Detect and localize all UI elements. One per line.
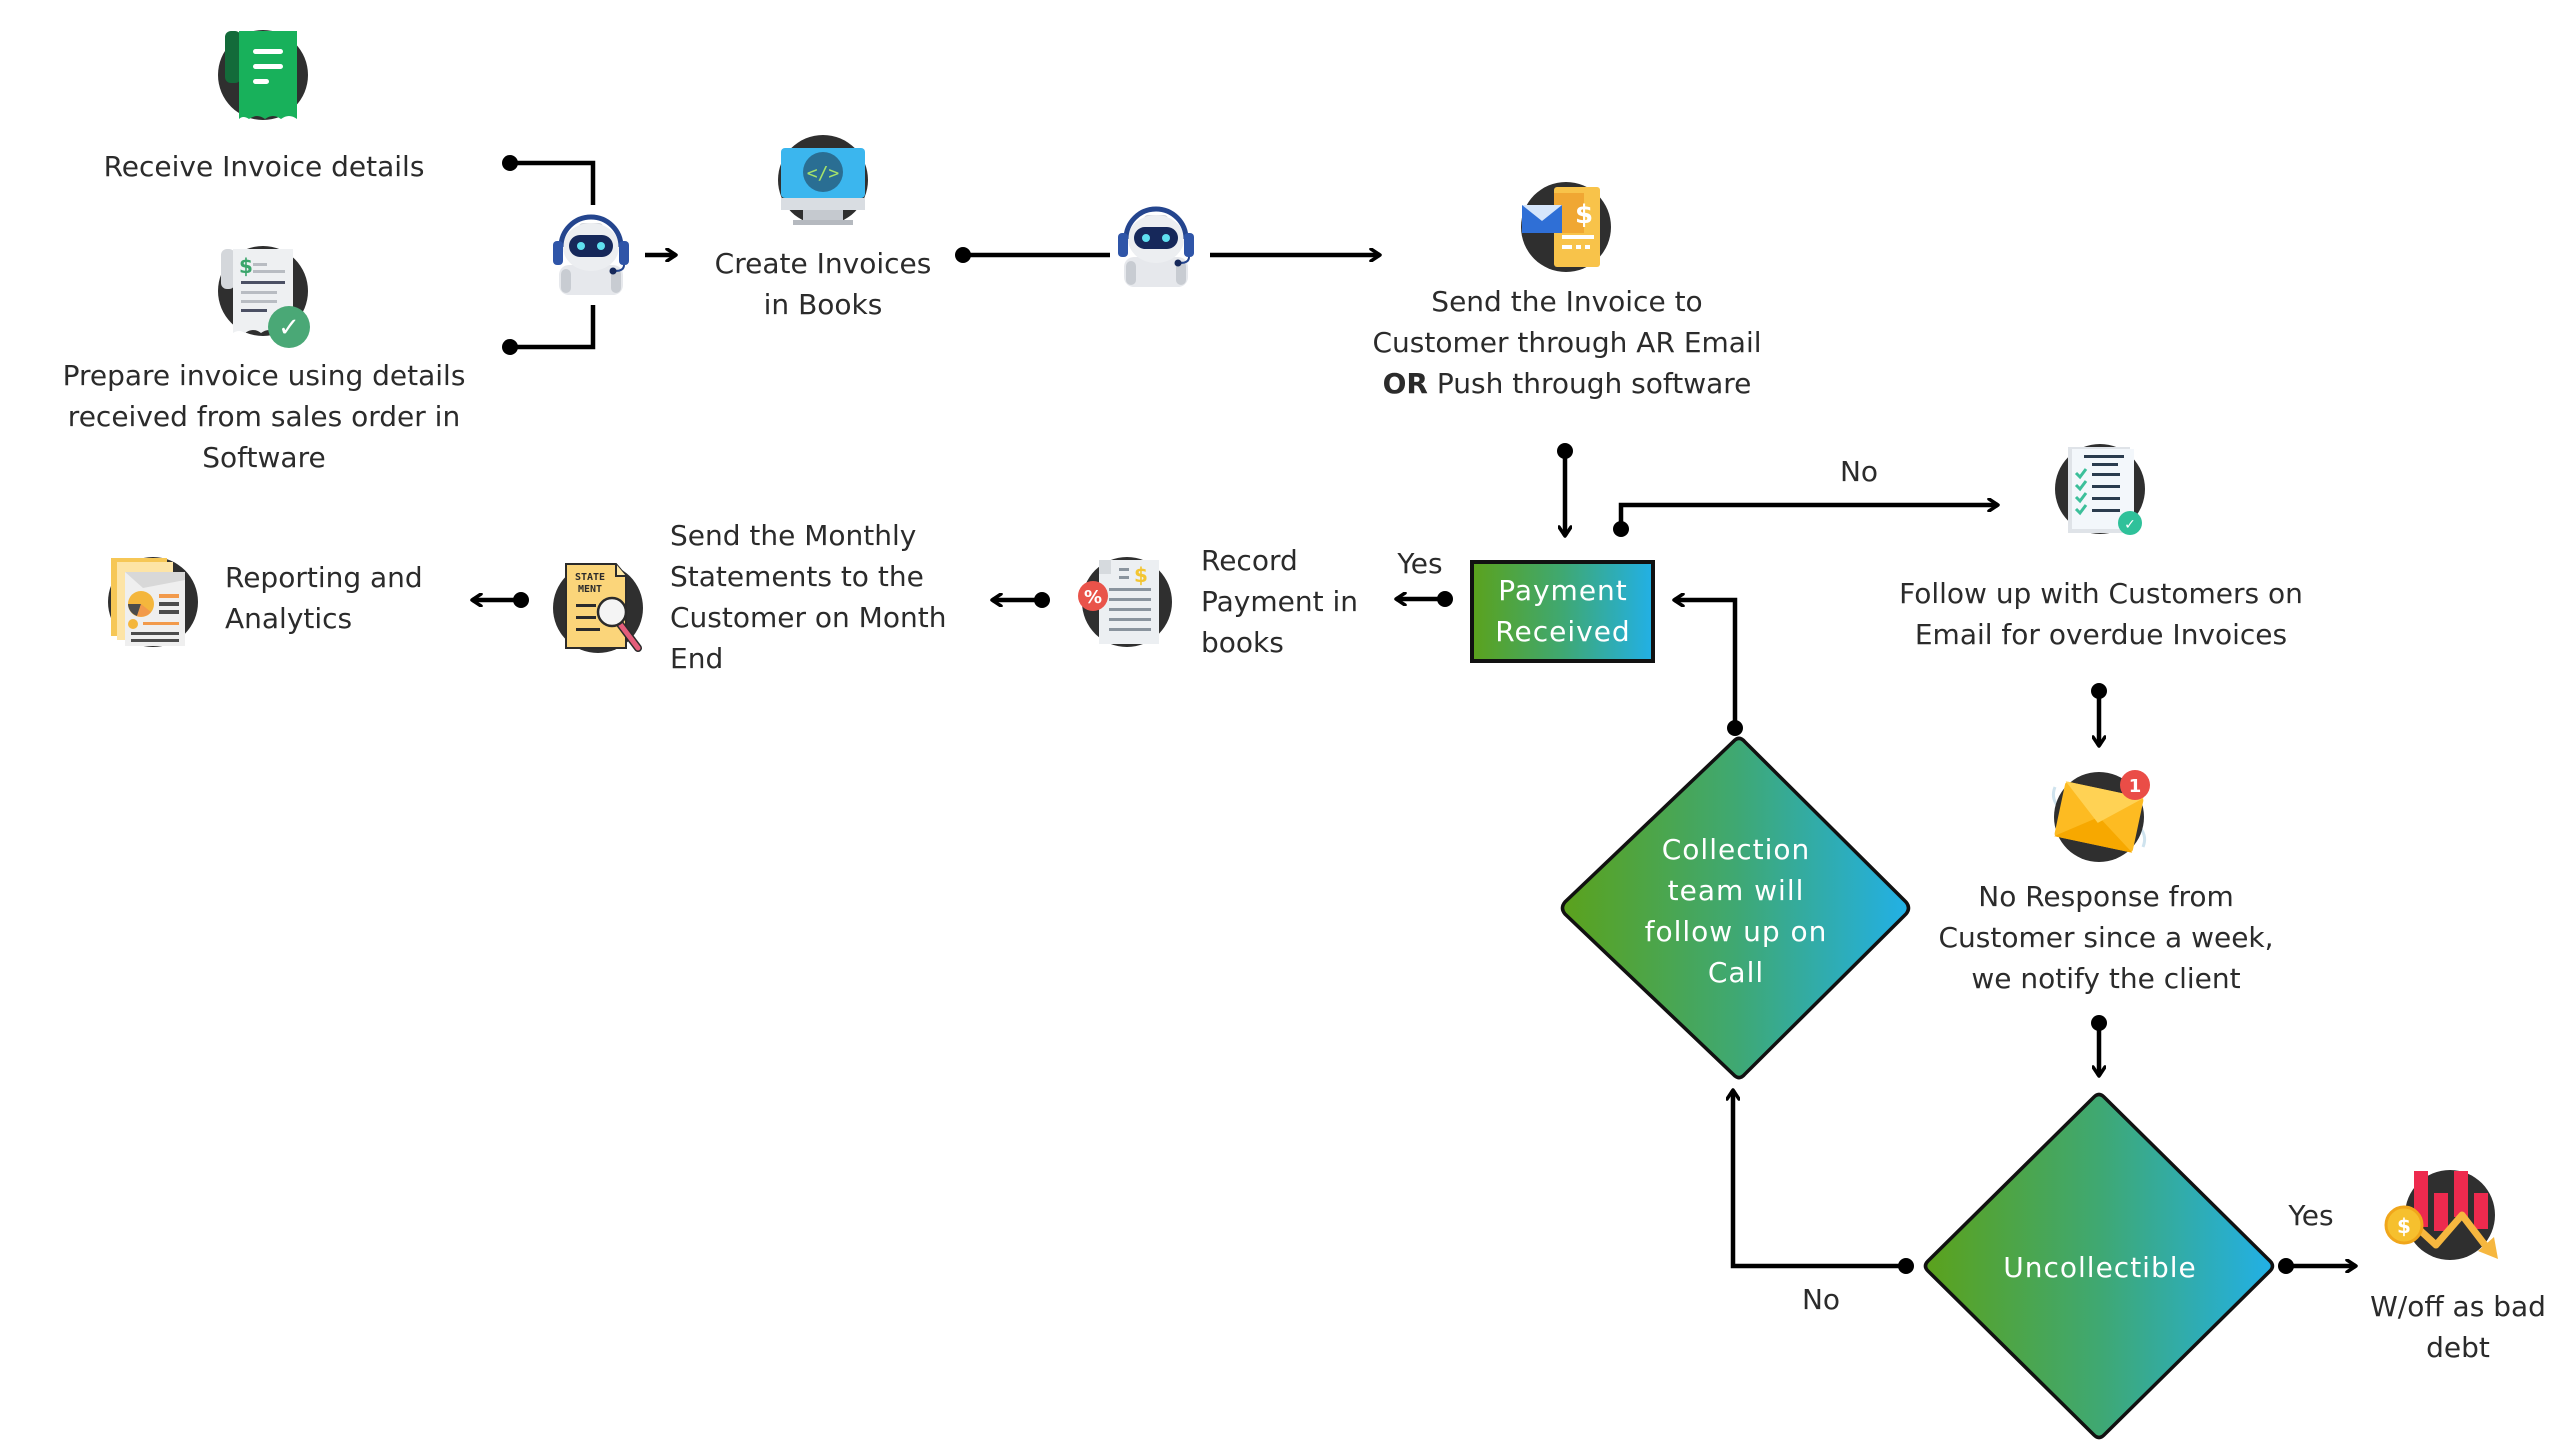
no-response-label: No Response from Customer since a week, … [1938,876,2273,999]
label-line: books [1201,626,1284,659]
svg-text:✓: ✓ [278,313,300,343]
connector-dot [502,155,518,171]
label-line: Reporting and [225,561,423,594]
label-line: follow up on [1644,915,1828,948]
label-line: Receive Invoice details [103,150,425,183]
svg-text:$: $ [1575,200,1593,230]
arrow-uncollectible-no-to-collection [1733,1090,1906,1269]
reporting-label: Reporting and Analytics [225,557,423,639]
label-line: Follow up with Customers on [1899,577,2303,610]
report-analytics-icon [108,557,198,647]
label-line: Statements to the [670,560,924,593]
label-line: No Response from [1978,880,2234,913]
label-line: Uncollectible [2003,1251,2197,1284]
label-line: received from sales order in [67,400,461,433]
label-line: Email for overdue Invoices [1914,618,2288,651]
connector-dot [502,339,518,355]
email-notification-icon: 1 [2051,770,2150,862]
uncollectible-no-label: No [1801,1283,1841,1316]
receipt-icon [218,30,308,120]
email-invoice-icon: $ [1521,182,1611,272]
label-line: Call [1707,956,1765,989]
payment-yes-label: Yes [1397,547,1443,580]
svg-text:$: $ [2397,1214,2411,1238]
receive-invoice-label: Receive Invoice details [104,146,425,187]
label-line: debt [2426,1331,2490,1364]
label-line: Payment in [1201,585,1359,618]
label-line: Create Invoices [714,247,932,280]
label-line: Analytics [225,602,353,635]
arrow-collection-to-payment [1674,600,1738,728]
svg-text:STATE: STATE [575,572,605,583]
connector-receive-to-bot1 [510,160,596,205]
label-line-rest: Push through software [1427,367,1752,400]
label-line: Send the Invoice to [1431,285,1703,318]
label-line: Customer on Month [670,601,947,634]
arrow-payment-no-to-followup [1618,505,1998,529]
svg-text:</>: </> [807,163,840,184]
label-line: team will [1667,874,1805,907]
label-line: W/off as bad [2370,1290,2546,1323]
write-off-label: W/off as bad debt [2370,1286,2546,1368]
flowchart-canvas: $ ✓ </> $ $ % STATE MENT ✓ 1 $ [108,30,2498,1440]
label-line: Collection [1661,833,1811,866]
svg-text:1: 1 [2129,776,2142,797]
payment-record-icon: $ % [1078,557,1172,647]
label-line: Send the Monthly [670,519,917,552]
invoice-check-icon: $ ✓ [218,246,310,348]
payment-received-label: Payment Received [1495,570,1630,652]
label-line: OR Push through software [1372,363,1761,404]
computer-code-icon: </> [778,135,868,225]
label-line: Customer since a week, [1938,921,2274,954]
send-invoice-label: Send the Invoice to Customer through AR … [1372,281,1761,404]
svg-text:%: % [1084,587,1102,608]
label-line: End [670,642,724,675]
label-line: in Books [763,288,883,321]
declining-chart-icon: $ [2384,1170,2498,1260]
svg-text:$: $ [1134,563,1148,587]
checklist-icon: ✓ [2055,444,2145,535]
label-line: Software [202,441,326,474]
label-line: Record [1201,544,1298,577]
connector-prepare-to-bot1 [510,305,596,350]
monthly-statements-label: Send the Monthly Statements to the Custo… [670,515,946,679]
statement-search-icon: STATE MENT [553,563,643,653]
label-line: we notify the client [1971,962,2241,995]
svg-text:$: $ [239,254,253,278]
uncollectible-yes-label: Yes [2288,1199,2334,1232]
uncollectible-label: Uncollectible [2003,1247,2196,1288]
collection-call-label: Collection team will follow up on Call [1645,829,1828,993]
label-line: Received [1495,615,1631,648]
svg-text:✓: ✓ [2124,517,2136,533]
label-line: Payment [1498,574,1628,607]
svg-text:MENT: MENT [578,584,602,595]
robot-assistant-icon [1118,206,1194,287]
follow-up-email-label: Follow up with Customers on Email for ov… [1899,573,2303,655]
label-line: Prepare invoice using details [62,359,466,392]
prepare-invoice-label: Prepare invoice using details received f… [63,355,466,478]
robot-assistant-icon [553,214,629,295]
label-line: Customer through AR Email [1372,326,1762,359]
or-emphasis: OR [1382,367,1428,400]
create-invoices-label: Create Invoices in Books [715,243,932,325]
record-payment-label: Record Payment in books [1201,540,1358,663]
payment-no-label: No [1839,455,1879,488]
